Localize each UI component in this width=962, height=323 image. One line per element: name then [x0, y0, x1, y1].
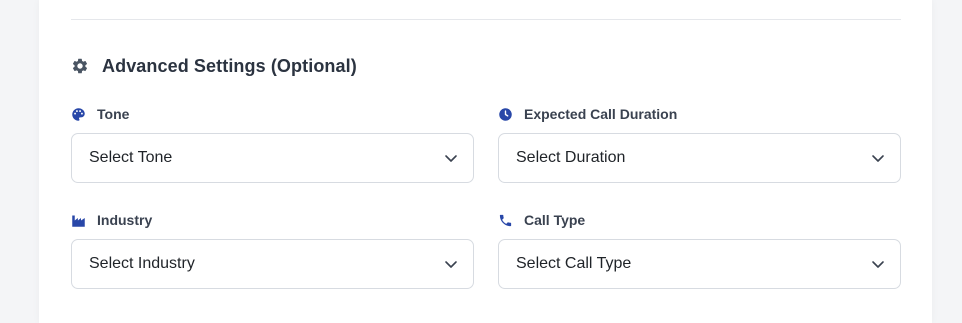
tone-select[interactable]: Select Tone: [71, 133, 474, 183]
duration-field: Expected Call Duration Select Duration: [498, 105, 901, 183]
chevron-down-icon: [444, 257, 458, 271]
duration-select-value: Select Duration: [516, 149, 626, 166]
gear-icon: [71, 57, 89, 75]
clock-icon: [498, 107, 513, 122]
phone-icon: [498, 213, 513, 228]
chevron-down-icon: [871, 151, 885, 165]
call-type-select-value: Select Call Type: [516, 255, 632, 272]
tone-field: Tone Select Tone: [71, 105, 474, 183]
call-type-label-row: Call Type: [498, 211, 901, 229]
call-type-label: Call Type: [524, 212, 586, 228]
industry-select[interactable]: Select Industry: [71, 239, 474, 289]
duration-select[interactable]: Select Duration: [498, 133, 901, 183]
tone-select-value: Select Tone: [89, 149, 173, 166]
industry-icon: [71, 213, 86, 228]
section-title: Advanced Settings (Optional): [102, 55, 357, 76]
settings-card: Advanced Settings (Optional) Tone Select…: [39, 0, 932, 323]
chevron-down-icon: [871, 257, 885, 271]
duration-label: Expected Call Duration: [524, 106, 678, 122]
tone-label: Tone: [97, 106, 130, 122]
palette-icon: [71, 107, 86, 122]
chevron-down-icon: [444, 151, 458, 165]
industry-label-row: Industry: [71, 211, 474, 229]
advanced-settings-header: Advanced Settings (Optional): [71, 54, 357, 78]
industry-field: Industry Select Industry: [71, 211, 474, 289]
call-type-select[interactable]: Select Call Type: [498, 239, 901, 289]
section-divider: [71, 19, 901, 20]
call-type-field: Call Type Select Call Type: [498, 211, 901, 289]
tone-label-row: Tone: [71, 105, 474, 123]
industry-select-value: Select Industry: [89, 255, 195, 272]
duration-label-row: Expected Call Duration: [498, 105, 901, 123]
industry-label: Industry: [97, 212, 153, 228]
